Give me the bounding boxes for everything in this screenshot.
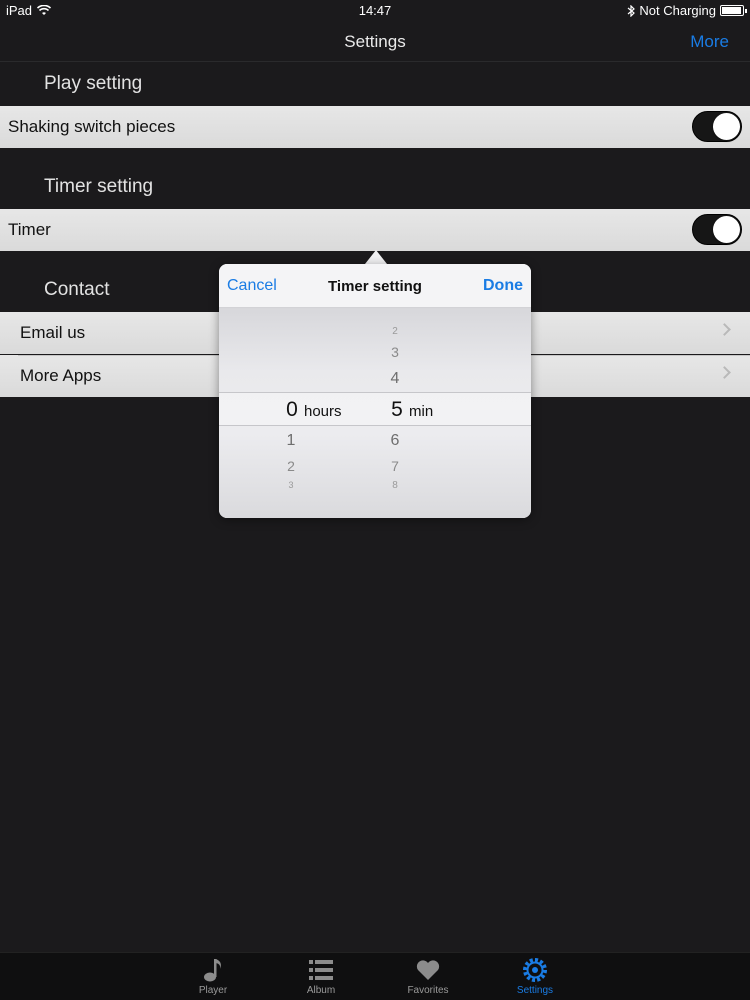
hours-below-value: 1 bbox=[286, 432, 296, 449]
chevron-right-icon bbox=[718, 323, 731, 336]
tab-label-favorites: Favorites bbox=[407, 985, 449, 996]
minutes-above-value: 2 bbox=[392, 326, 398, 334]
popover-arrow bbox=[365, 250, 387, 264]
chevron-right-icon bbox=[718, 366, 731, 379]
minutes-below-value: 6 bbox=[390, 432, 400, 449]
toggle-knob bbox=[713, 113, 740, 140]
minutes-below-value: 7 bbox=[391, 458, 399, 474]
timer-label: Timer bbox=[8, 220, 51, 239]
minutes-above-value: 3 bbox=[391, 344, 399, 360]
minutes-below-value: 8 bbox=[392, 480, 398, 488]
heart-icon bbox=[416, 960, 440, 980]
shaking-switch-toggle[interactable] bbox=[692, 111, 742, 142]
done-button[interactable]: Done bbox=[483, 277, 523, 295]
toggle-knob bbox=[713, 216, 740, 243]
popover-header: Cancel Timer setting Done bbox=[219, 264, 531, 308]
tab-album[interactable]: Album bbox=[286, 957, 356, 996]
more-button[interactable]: More bbox=[690, 32, 729, 52]
tab-label-album: Album bbox=[306, 985, 336, 996]
email-us-label: Email us bbox=[20, 323, 86, 342]
tab-favorites[interactable]: Favorites bbox=[393, 957, 463, 996]
hours-unit: hours bbox=[304, 403, 342, 420]
status-right: Not Charging bbox=[627, 3, 747, 18]
section-header-timer: Timer setting bbox=[44, 176, 154, 197]
hours-selected-value: 0 bbox=[286, 398, 298, 421]
shaking-switch-label: Shaking switch pieces bbox=[8, 117, 176, 136]
charging-status: Not Charging bbox=[639, 3, 716, 18]
tab-label-settings: Settings bbox=[516, 985, 554, 996]
battery-icon bbox=[720, 5, 747, 16]
gear-icon bbox=[523, 958, 547, 982]
list-icon bbox=[309, 960, 333, 980]
time-picker[interactable]: 0 hours 1 2 3 2 3 4 5 min 6 7 8 bbox=[219, 308, 531, 518]
bluetooth-icon bbox=[628, 4, 636, 17]
page-title: Settings bbox=[344, 32, 406, 51]
hours-below-value: 2 bbox=[287, 458, 295, 474]
shaking-switch-row: Shaking switch pieces bbox=[0, 106, 750, 148]
tab-settings[interactable]: Settings bbox=[500, 957, 570, 996]
tab-player[interactable]: Player bbox=[178, 957, 248, 996]
timer-popover: Cancel Timer setting Done 0 hours 1 2 3 … bbox=[219, 264, 531, 518]
tab-bar: Player Album Favorites Settings bbox=[0, 952, 750, 1000]
timer-toggle[interactable] bbox=[692, 214, 742, 245]
hours-below-value: 3 bbox=[288, 480, 294, 488]
minutes-above-value: 4 bbox=[390, 370, 400, 387]
section-header-contact: Contact bbox=[44, 279, 110, 300]
timer-row: Timer bbox=[0, 209, 750, 251]
section-header-play: Play setting bbox=[44, 73, 143, 94]
minutes-unit: min bbox=[409, 403, 434, 420]
music-note-icon bbox=[204, 959, 221, 982]
nav-bar: Settings More bbox=[0, 22, 750, 62]
tab-label-player: Player bbox=[198, 985, 228, 996]
picker-selection-band bbox=[219, 392, 531, 426]
more-apps-label: More Apps bbox=[20, 366, 102, 385]
minutes-selected-value: 5 bbox=[391, 398, 403, 421]
status-bar: iPad 14:47 Not Charging bbox=[0, 0, 750, 22]
